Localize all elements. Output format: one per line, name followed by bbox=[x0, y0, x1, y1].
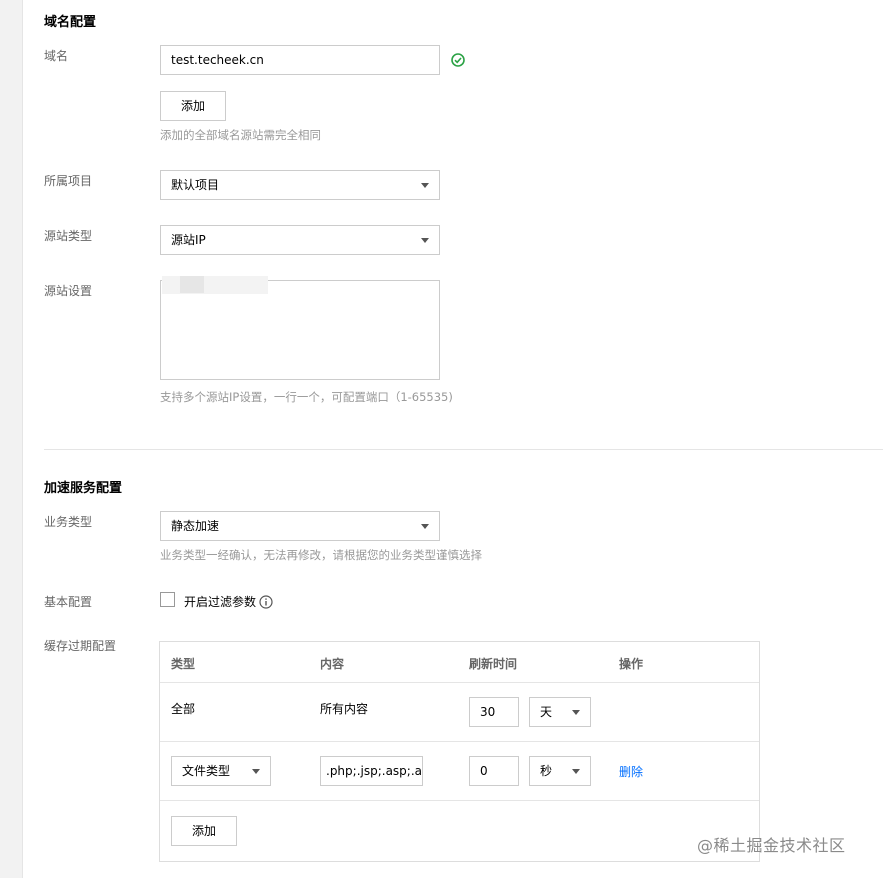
chevron-down-icon bbox=[572, 769, 580, 774]
chevron-down-icon bbox=[252, 769, 260, 774]
info-icon[interactable] bbox=[259, 595, 273, 609]
row1-unit-select[interactable]: 天 bbox=[529, 697, 591, 727]
business-type-hint: 业务类型一经确认，无法再修改，请根据您的业务类型谨慎选择 bbox=[160, 548, 482, 562]
project-label: 所属项目 bbox=[44, 174, 93, 188]
row1-unit-value: 天 bbox=[540, 705, 553, 719]
add-cache-rule-button[interactable]: 添加 bbox=[171, 816, 237, 846]
origin-type-select-value: 源站IP bbox=[171, 233, 206, 247]
project-select[interactable]: 默认项目 bbox=[160, 170, 440, 200]
section-divider bbox=[44, 449, 883, 450]
row1-content: 所有内容 bbox=[320, 702, 369, 716]
redacted-overlay bbox=[162, 276, 268, 294]
chevron-down-icon bbox=[421, 524, 429, 529]
row2-content-input[interactable]: .php;.jsp;.asp;.a bbox=[320, 756, 423, 786]
acceleration-section-title: 加速服务配置 bbox=[44, 481, 123, 496]
chevron-down-icon bbox=[421, 238, 429, 243]
add-domain-hint: 添加的全部域名源站需完全相同 bbox=[160, 128, 321, 142]
origin-type-select[interactable]: 源站IP bbox=[160, 225, 440, 255]
table-divider bbox=[160, 800, 759, 801]
table-header-refresh-time: 刷新时间 bbox=[469, 657, 518, 671]
business-type-label: 业务类型 bbox=[44, 515, 93, 529]
origin-hint: 支持多个源站IP设置，一行一个，可配置端口（1-65535) bbox=[160, 390, 453, 404]
table-divider bbox=[160, 741, 759, 742]
row2-unit-value: 秒 bbox=[540, 764, 553, 778]
filter-params-label: 开启过滤参数 bbox=[184, 595, 257, 609]
origin-settings-label: 源站设置 bbox=[44, 284, 93, 298]
table-divider bbox=[160, 682, 759, 683]
row2-type-value: 文件类型 bbox=[182, 764, 231, 778]
watermark-text: @稀土掘金技术社区 bbox=[697, 836, 846, 855]
chevron-down-icon bbox=[572, 710, 580, 715]
domain-section-title: 域名配置 bbox=[44, 15, 97, 30]
basic-config-label: 基本配置 bbox=[44, 595, 93, 609]
left-sidebar-strip bbox=[0, 0, 23, 878]
table-header-action: 操作 bbox=[619, 657, 644, 671]
filter-params-checkbox[interactable] bbox=[160, 592, 175, 607]
cache-config-label: 缓存过期配置 bbox=[44, 639, 117, 653]
table-header-type: 类型 bbox=[171, 657, 196, 671]
project-select-value: 默认项目 bbox=[171, 178, 220, 192]
cache-table: 类型 内容 刷新时间 操作 全部 所有内容 30 天 文件类型 .php;.js… bbox=[159, 641, 760, 862]
origin-settings-textarea[interactable] bbox=[160, 280, 440, 380]
row1-time-input[interactable]: 30 bbox=[469, 697, 519, 727]
row2-unit-select[interactable]: 秒 bbox=[529, 756, 591, 786]
business-type-select-value: 静态加速 bbox=[171, 519, 220, 533]
origin-type-label: 源站类型 bbox=[44, 229, 93, 243]
row2-type-select[interactable]: 文件类型 bbox=[171, 756, 271, 786]
business-type-select[interactable]: 静态加速 bbox=[160, 511, 440, 541]
row2-delete-link[interactable]: 删除 bbox=[619, 763, 643, 780]
chevron-down-icon bbox=[421, 183, 429, 188]
add-domain-button[interactable]: 添加 bbox=[160, 91, 226, 121]
domain-label: 域名 bbox=[44, 49, 69, 63]
row2-time-input[interactable]: 0 bbox=[469, 756, 519, 786]
redacted-block bbox=[180, 276, 204, 293]
domain-input[interactable]: test.techeek.cn bbox=[160, 45, 440, 75]
row1-type: 全部 bbox=[171, 702, 196, 716]
table-header-content: 内容 bbox=[320, 657, 345, 671]
check-circle-icon bbox=[451, 53, 465, 67]
